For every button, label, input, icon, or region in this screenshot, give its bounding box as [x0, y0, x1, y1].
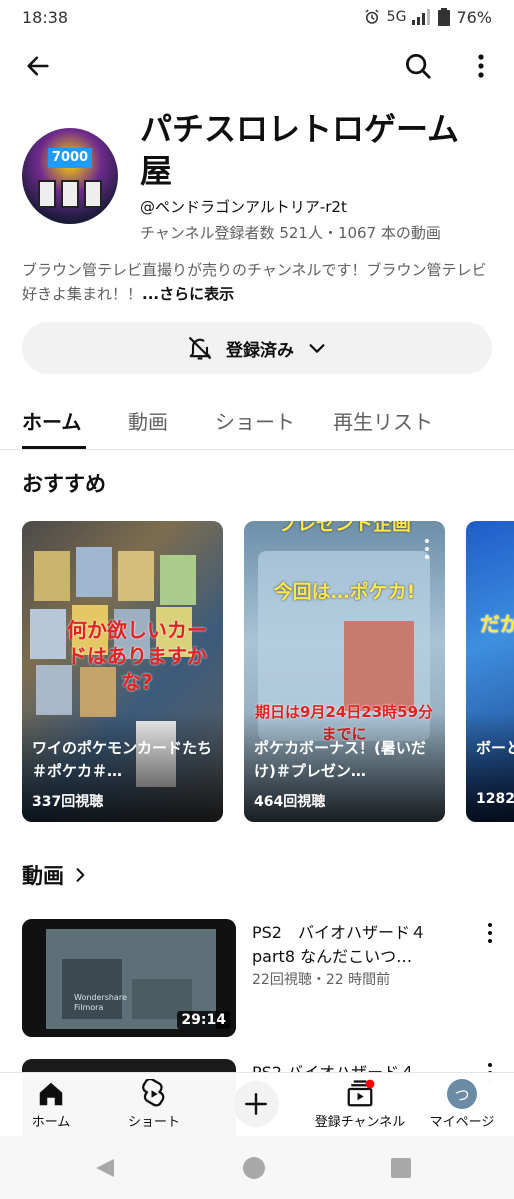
video-meta: 22回視聴・22 時間前: [252, 972, 391, 988]
video-list-item[interactable]: Wondershare Filmora 29:14 PS2 バイオハザード４ p…: [22, 919, 492, 1037]
channel-title: パチスロレトロゲーム屋: [140, 110, 460, 190]
avatar-char: つ: [454, 1085, 470, 1104]
top-app-bar: [0, 38, 514, 94]
more-options-button[interactable]: [468, 48, 494, 84]
show-more-link[interactable]: ...さらに表示: [142, 285, 234, 303]
channel-avatar[interactable]: 7000: [22, 128, 118, 224]
short-title: ボーと無: [476, 739, 514, 757]
short-views: 1282: [476, 791, 514, 807]
more-vert-icon: [478, 54, 484, 78]
video-thumbnail[interactable]: Wondershare Filmora 29:14: [22, 919, 236, 1037]
battery-icon: [438, 8, 451, 26]
channel-stats: チャンネル登録者数 521人・1067 本の動画: [140, 224, 441, 242]
short-card[interactable]: 何か欲しいカードはありますかな? ワイのポケモンカードたち＃ポケカ＃… 337回…: [22, 521, 223, 822]
system-back-icon[interactable]: [94, 1157, 116, 1179]
short-title: ポケカボーナス！(暑いだけ)＃プレゼン…: [254, 739, 426, 780]
short-overlay-text: 何か欲しいカードはありますかな?: [67, 618, 207, 694]
back-arrow-icon: [27, 56, 49, 76]
avatar-reel: [61, 180, 79, 208]
avatar-display-text: 7000: [48, 148, 92, 168]
alarm-icon: [365, 9, 379, 24]
videos-section-header[interactable]: 動画: [22, 860, 90, 890]
subscribed-button[interactable]: 登録済み: [22, 322, 492, 374]
nav-subscriptions[interactable]: 登録チャンネル: [310, 1073, 410, 1137]
short-views: 337回視聴: [32, 794, 104, 810]
nav-my-page[interactable]: つ マイページ: [412, 1073, 512, 1137]
active-tab-indicator: [22, 446, 86, 449]
nav-shorts[interactable]: ショート: [104, 1073, 204, 1137]
nav-subscriptions-label: 登録チャンネル: [314, 1115, 406, 1130]
status-time: 18:38: [22, 7, 69, 27]
tab-playlists[interactable]: 再生リスト: [333, 406, 433, 435]
bottom-navigation: ホーム ショート 登録チャンネル つ マイページ: [0, 1072, 514, 1136]
video-title: PS2 バイオハザード４ part8 なんだこいつ…: [252, 923, 443, 966]
system-home-icon[interactable]: [242, 1156, 266, 1180]
back-button[interactable]: [20, 48, 56, 84]
tab-home[interactable]: ホーム: [22, 406, 81, 435]
status-indicators: 5G 76%: [363, 8, 492, 27]
bell-off-icon: [188, 336, 212, 360]
short-overlay-mid: 今回は…ポケカ!: [273, 581, 416, 603]
network-type: 5G: [386, 9, 407, 25]
search-icon: [406, 54, 431, 79]
system-recents-icon[interactable]: [390, 1157, 412, 1179]
avatar-reel: [84, 180, 102, 208]
chevron-right-icon: [76, 868, 85, 882]
avatar-reel: [38, 180, 56, 208]
signal-icon: [412, 9, 431, 25]
nav-shorts-label: ショート: [127, 1115, 180, 1130]
home-icon: [39, 1082, 63, 1106]
short-overlay-text: だか: [480, 612, 514, 636]
short-more-icon[interactable]: [425, 539, 429, 559]
short-card[interactable]: だか ボーと無 1282: [466, 521, 514, 822]
recommended-section-title: おすすめ: [22, 472, 106, 496]
nav-home-label: ホーム: [31, 1115, 71, 1130]
subscriptions-icon: [347, 1079, 375, 1107]
channel-handle: @ペンドラゴンアルトリア-r2t: [140, 198, 347, 216]
channel-tabs: ホーム 動画 ショート 再生リスト: [0, 394, 514, 450]
videos-section-title: 動画: [22, 864, 64, 888]
short-views: 464回視聴: [254, 794, 326, 810]
chevron-down-icon: [309, 344, 325, 353]
status-bar: 18:38 5G 76%: [0, 0, 514, 34]
avatar-icon: つ: [447, 1079, 477, 1109]
search-button[interactable]: [398, 48, 438, 84]
description-text: ブラウン管テレビ直撮りが売りのチャンネルです！ブラウン管テレビ好きよ集まれ！！: [22, 261, 487, 303]
video-duration: 29:14: [177, 1011, 230, 1029]
shorts-icon: [142, 1079, 165, 1107]
create-button[interactable]: [233, 1081, 279, 1127]
tab-videos[interactable]: 動画: [128, 406, 168, 435]
nav-my-page-label: マイページ: [429, 1115, 495, 1130]
short-card[interactable]: プレゼント企画 今回は…ポケカ! 期日は9月24日23時59分までに ポケカボー…: [244, 521, 445, 822]
plus-icon: [245, 1093, 267, 1115]
short-title: ワイのポケモンカードたち＃ポケカ＃…: [32, 739, 212, 780]
subscribed-label: 登録済み: [226, 340, 294, 361]
tab-shorts[interactable]: ショート: [215, 406, 295, 435]
watermark: Wondershare Filmora: [74, 993, 127, 1012]
channel-description[interactable]: ブラウン管テレビ直撮りが売りのチャンネルです！ブラウン管テレビ好きよ集まれ！！.…: [22, 258, 492, 306]
battery-percent: 76%: [456, 7, 492, 27]
video-more-icon[interactable]: [488, 923, 492, 943]
short-overlay-top: プレゼント企画: [277, 521, 411, 535]
nav-home[interactable]: ホーム: [1, 1073, 101, 1137]
system-navigation-bar: [0, 1136, 514, 1199]
